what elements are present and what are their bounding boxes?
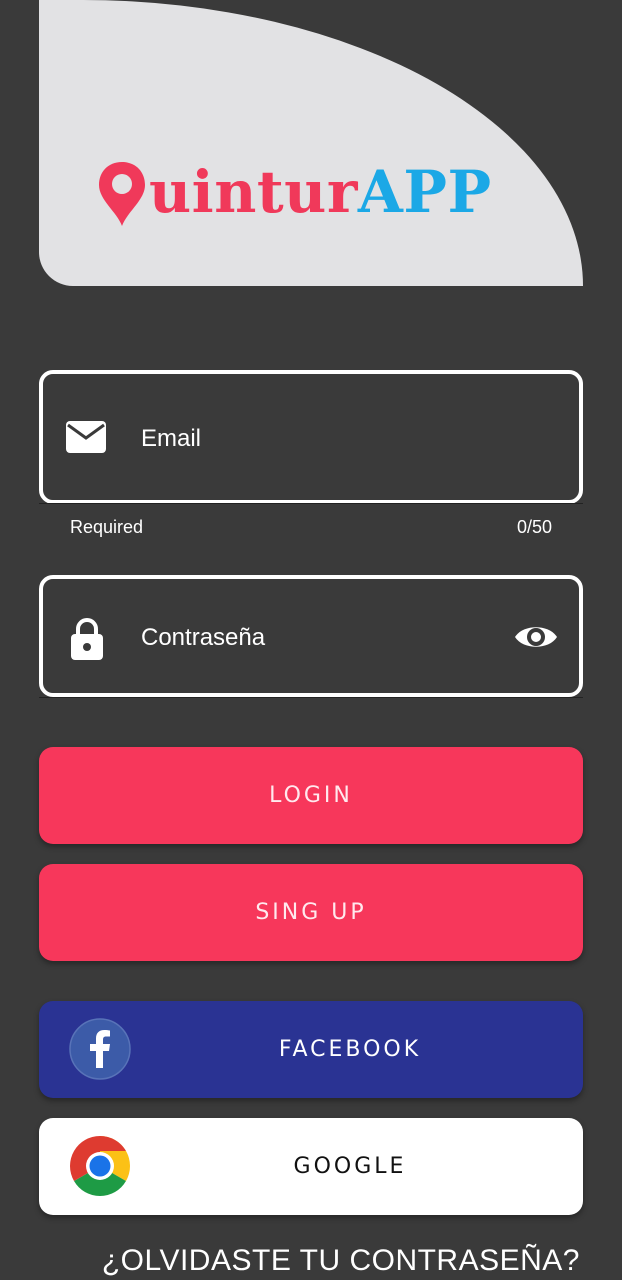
email-helper-text: Required — [70, 517, 144, 537]
google-login-button[interactable]: GOOGLE — [39, 1118, 583, 1215]
header-panel: uinturAPP — [39, 0, 583, 286]
login-button[interactable]: LOGIN — [39, 747, 583, 844]
facebook-icon — [69, 1018, 131, 1080]
forgot-password-link[interactable]: ¿OLVIDASTE TU CONTRASEÑA? — [102, 1244, 580, 1278]
app-logo: uinturAPP — [97, 160, 492, 228]
map-pin-icon — [99, 162, 145, 226]
lock-icon — [71, 618, 103, 660]
logo-text-part1: uintur — [149, 158, 358, 226]
eye-icon[interactable] — [513, 622, 559, 652]
password-field[interactable]: Contraseña — [39, 575, 583, 697]
email-field[interactable]: Email — [39, 370, 583, 504]
mail-icon — [66, 421, 106, 453]
email-underline — [39, 503, 583, 504]
email-char-counter: 0/50 — [516, 517, 552, 537]
facebook-login-button[interactable]: FACEBOOK — [39, 1001, 583, 1098]
google-button-label: GOOGLE — [293, 1154, 407, 1179]
facebook-button-label: FACEBOOK — [278, 1037, 422, 1062]
logo-text-part2: APP — [357, 158, 492, 226]
email-placeholder: Email — [141, 425, 202, 452]
password-placeholder: Contraseña — [141, 624, 266, 651]
password-underline — [39, 697, 583, 698]
chrome-icon — [70, 1136, 130, 1196]
signup-button-label: SING UP — [255, 900, 367, 925]
signup-button[interactable]: SING UP — [39, 864, 583, 961]
login-button-label: LOGIN — [269, 783, 353, 808]
